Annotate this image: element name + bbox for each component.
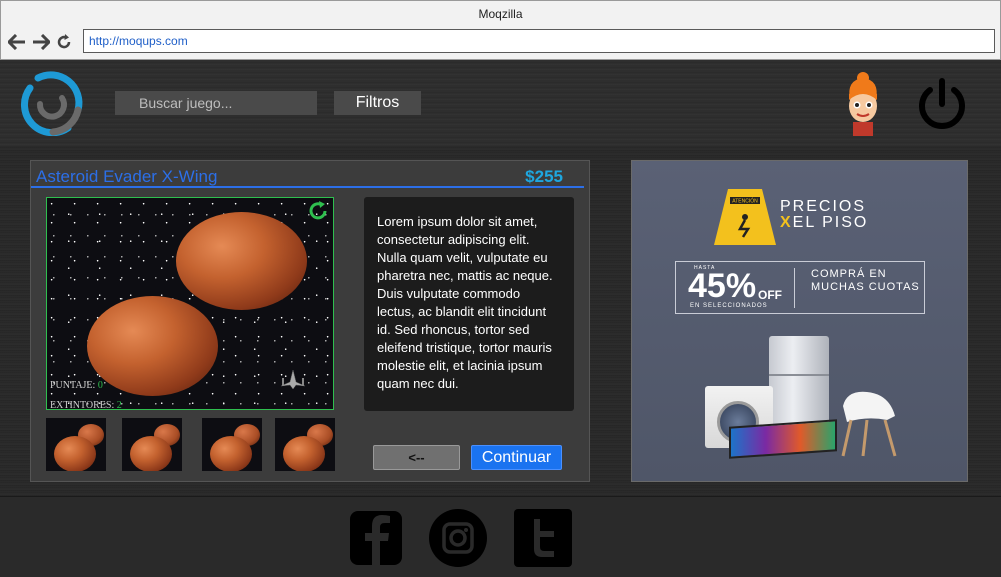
ad-headline: PRECIOS XEL PISO bbox=[780, 199, 868, 231]
extinguishers-label: EXTINTORES: bbox=[50, 400, 115, 410]
power-icon[interactable] bbox=[914, 76, 970, 132]
ad-divider bbox=[794, 268, 795, 308]
planet-image bbox=[87, 296, 218, 396]
ad-compra: COMPRÁ EN MUCHAS CUOTAS bbox=[811, 268, 920, 293]
back-arrow-icon[interactable] bbox=[7, 32, 27, 52]
reload-icon[interactable] bbox=[54, 32, 74, 52]
browser-toolbar: http://moqups.com bbox=[0, 26, 1001, 60]
continue-button[interactable]: Continuar bbox=[471, 445, 562, 470]
forward-arrow-icon[interactable] bbox=[31, 32, 51, 52]
avatar[interactable] bbox=[838, 70, 888, 136]
twitter-icon[interactable] bbox=[514, 509, 572, 567]
planet-image bbox=[176, 212, 307, 310]
game-preview[interactable]: PUNTAJE: 0 EXTINTORES: 2 bbox=[46, 197, 334, 410]
ad-offer-box: HASTA 45% OFF EN SELECCIONADOS COMPRÁ EN… bbox=[675, 261, 925, 314]
ad-percent: 45% bbox=[688, 267, 757, 305]
instagram-icon[interactable] bbox=[429, 509, 487, 567]
ad-off: OFF bbox=[758, 288, 782, 302]
score-label: PUNTAJE: bbox=[50, 380, 96, 391]
app-header: Filtros bbox=[0, 60, 1001, 146]
thumbnail[interactable] bbox=[46, 418, 106, 471]
url-bar[interactable]: http://moqups.com bbox=[83, 29, 995, 53]
ad-en-seleccionados: EN SELECCIONADOS bbox=[690, 303, 768, 309]
chair-image bbox=[837, 386, 899, 458]
logo-icon[interactable] bbox=[18, 70, 84, 137]
browser-titlebar: Moqzilla bbox=[0, 0, 1001, 26]
thumbnail[interactable] bbox=[202, 418, 262, 471]
game-panel: Asteroid Evader X-Wing $255 PUNTAJE: 0 E… bbox=[30, 160, 590, 482]
extinguishers-value: 2 bbox=[116, 400, 122, 410]
ad-banner[interactable]: ATENCIÓN PRECIOS XEL PISO HASTA 45% OFF … bbox=[631, 160, 968, 482]
score-value: 0 bbox=[97, 380, 103, 391]
thumbnail[interactable] bbox=[275, 418, 335, 471]
back-button[interactable]: <-- bbox=[373, 445, 460, 470]
wet-floor-sign-icon: ATENCIÓN bbox=[710, 185, 780, 247]
ad-headline-line-2: EL PISO bbox=[792, 214, 869, 231]
ad-headline-line-1: PRECIOS bbox=[780, 198, 867, 215]
thumbnail[interactable] bbox=[122, 418, 182, 471]
score-readout: PUNTAJE: 0 bbox=[50, 380, 103, 391]
tv-image bbox=[729, 419, 837, 459]
main-content: Asteroid Evader X-Wing $255 PUNTAJE: 0 E… bbox=[0, 146, 1001, 496]
thumbnail-strip bbox=[46, 418, 336, 471]
spaceship-icon bbox=[279, 368, 307, 390]
facebook-icon[interactable] bbox=[350, 509, 408, 567]
window-title: Moqzilla bbox=[478, 7, 523, 21]
game-title[interactable]: Asteroid Evader X-Wing bbox=[36, 167, 217, 187]
search-input[interactable] bbox=[115, 91, 317, 115]
sign-label: ATENCIÓN bbox=[732, 198, 758, 205]
ad-headline-x: X bbox=[780, 214, 793, 231]
game-price: $255 bbox=[525, 167, 563, 186]
reload-icon[interactable] bbox=[307, 200, 329, 222]
footer bbox=[0, 496, 1001, 577]
filters-button[interactable]: Filtros bbox=[334, 91, 421, 115]
game-description: Lorem ipsum dolor sit amet, consectetur … bbox=[364, 197, 574, 411]
title-divider bbox=[31, 186, 584, 188]
extinguishers-readout: EXTINTORES: 2 bbox=[50, 400, 122, 410]
